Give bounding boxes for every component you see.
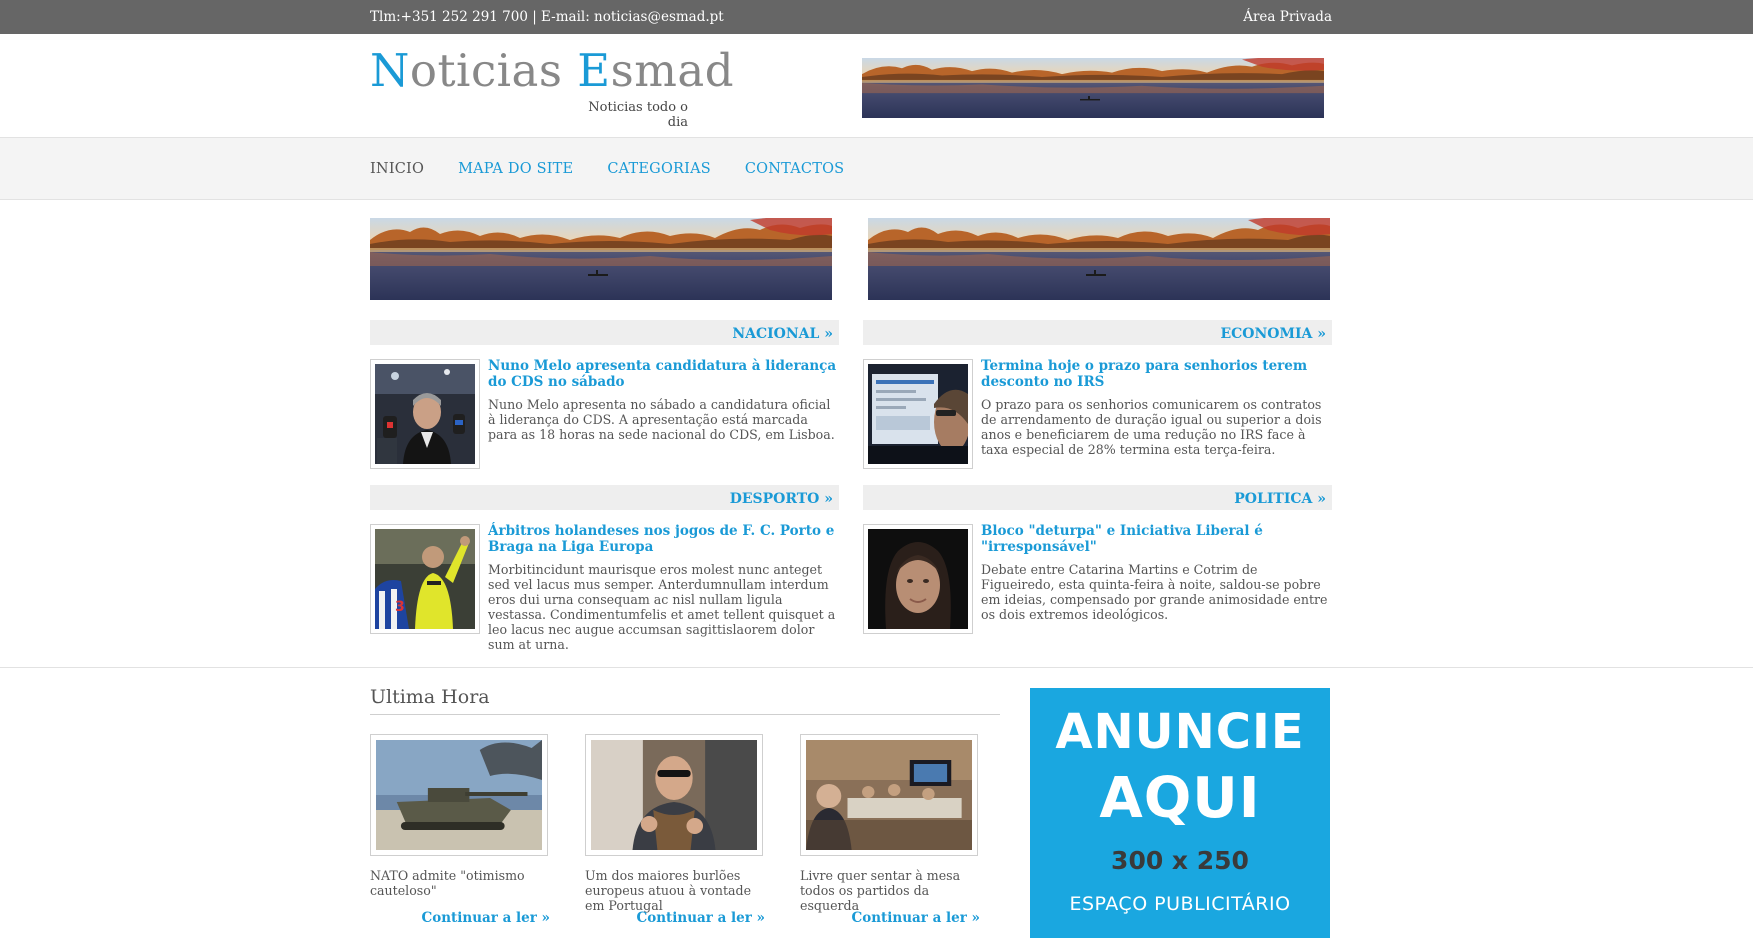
section-title: Ultima Hora — [370, 686, 1000, 715]
advertisement-box[interactable]: ANUNCIE AQUI 300 x 250 ESPAÇO PUBLICITÁR… — [1030, 688, 1330, 938]
news-image[interactable] — [370, 734, 548, 856]
category-header: ECONOMIA » — [863, 320, 1332, 345]
banner-row — [370, 200, 1332, 300]
site-logo[interactable]: Noticias Esmad — [370, 44, 734, 97]
latest-news-item: Um dos maiores burlões europeus atuou à … — [585, 734, 765, 926]
article-thumbnail[interactable] — [863, 359, 973, 469]
category-link-desporto[interactable]: DESPORTO » — [730, 491, 833, 507]
category-header: NACIONAL » — [370, 320, 839, 345]
category-link-politica[interactable]: POLITICA » — [1234, 491, 1326, 507]
category-nacional: NACIONAL » Nuno Melo apresenta candidatu… — [370, 320, 839, 469]
logo-text-1: oticias — [409, 44, 578, 97]
article-title[interactable]: Nuno Melo apresenta candidatura à lidera… — [488, 358, 839, 390]
ad-line-1: ANUNCIE — [1055, 704, 1305, 760]
article-item: Bloco "deturpa" e Iniciativa Liberal é "… — [863, 523, 1332, 634]
article-excerpt: Nuno Melo apresenta no sábado a candidat… — [488, 397, 835, 442]
article-item: 3 Árbitros holandeses nos jogos de F. C.… — [370, 523, 839, 652]
article-thumbnail[interactable] — [370, 359, 480, 469]
latest-news-item: Livre quer sentar à mesa todos os partid… — [800, 734, 980, 926]
main-nav: INICIO MAPA DO SITE CATEGORIAS CONTACTOS — [0, 138, 1753, 200]
read-more-link[interactable]: Continuar a ler » — [851, 910, 980, 926]
news-caption: Um dos maiores burlões europeus atuou à … — [585, 868, 752, 913]
header-banner-image[interactable] — [862, 58, 1324, 118]
news-image[interactable] — [800, 734, 978, 856]
news-caption: NATO admite "otimismo cauteloso" — [370, 868, 525, 898]
category-link-nacional[interactable]: NACIONAL » — [732, 326, 833, 342]
svg-text:3: 3 — [395, 599, 405, 615]
read-more-link[interactable]: Continuar a ler » — [421, 910, 550, 926]
article-title[interactable]: Árbitros holandeses nos jogos de F. C. P… — [488, 523, 839, 555]
top-bar: Tlm:+351 252 291 700 | E-mail: noticias@… — [0, 0, 1753, 34]
article-title[interactable]: Bloco "deturpa" e Iniciativa Liberal é "… — [981, 523, 1332, 555]
nav-item-mapa-do-site[interactable]: MAPA DO SITE — [458, 161, 573, 177]
article-thumbnail[interactable]: 3 — [370, 524, 480, 634]
ad-size: 300 x 250 — [1111, 846, 1249, 875]
article-excerpt: O prazo para os senhorios comunicarem os… — [981, 397, 1322, 457]
logo-letter-e: E — [577, 44, 611, 97]
news-caption: Livre quer sentar à mesa todos os partid… — [800, 868, 961, 913]
nav-item-categorias[interactable]: CATEGORIAS — [607, 161, 711, 177]
ad-line-2: AQUI — [1099, 766, 1261, 831]
article-title[interactable]: Termina hoje o prazo para senhorios tere… — [981, 358, 1332, 390]
private-area-link[interactable]: Área Privada — [1243, 9, 1332, 25]
site-tagline: Noticias todo o dia — [588, 100, 688, 130]
article-excerpt: Debate entre Catarina Martins e Cotrim d… — [981, 562, 1328, 622]
category-desporto: DESPORTO » 3 Árbitros holandeses nos jog… — [370, 485, 839, 652]
banner-image-left[interactable] — [370, 218, 832, 300]
site-header: Noticias Esmad Noticias todo o dia — [0, 34, 1753, 138]
ad-label: ESPAÇO PUBLICITÁRIO — [1069, 893, 1291, 915]
article-excerpt: Morbitincidunt maurisque eros molest nun… — [488, 562, 836, 652]
article-thumbnail[interactable] — [863, 524, 973, 634]
category-politica: POLITICA » Bloco "deturpa" e Iniciativa … — [863, 485, 1332, 634]
category-economia: ECONOMIA » Termina hoje o prazo para sen… — [863, 320, 1332, 469]
section-divider — [0, 667, 1753, 668]
category-header: POLITICA » — [863, 485, 1332, 510]
article-item: Nuno Melo apresenta candidatura à lidera… — [370, 358, 839, 469]
ultima-hora-section: Ultima Hora NATO admite "otimismo cautel… — [370, 686, 1000, 926]
banner-image-right[interactable] — [868, 218, 1330, 300]
article-item: Termina hoje o prazo para senhorios tere… — [863, 358, 1332, 469]
nav-item-inicio[interactable]: INICIO — [370, 161, 424, 177]
logo-text-2: smad — [610, 44, 735, 97]
news-image[interactable] — [585, 734, 763, 856]
logo-letter-n: N — [370, 44, 410, 97]
category-header: DESPORTO » — [370, 485, 839, 510]
contact-info: Tlm:+351 252 291 700 | E-mail: noticias@… — [370, 9, 724, 25]
nav-item-contactos[interactable]: CONTACTOS — [745, 161, 844, 177]
latest-news-item: NATO admite "otimismo cauteloso" Continu… — [370, 734, 550, 926]
category-link-economia[interactable]: ECONOMIA » — [1220, 326, 1326, 342]
read-more-link[interactable]: Continuar a ler » — [636, 910, 765, 926]
